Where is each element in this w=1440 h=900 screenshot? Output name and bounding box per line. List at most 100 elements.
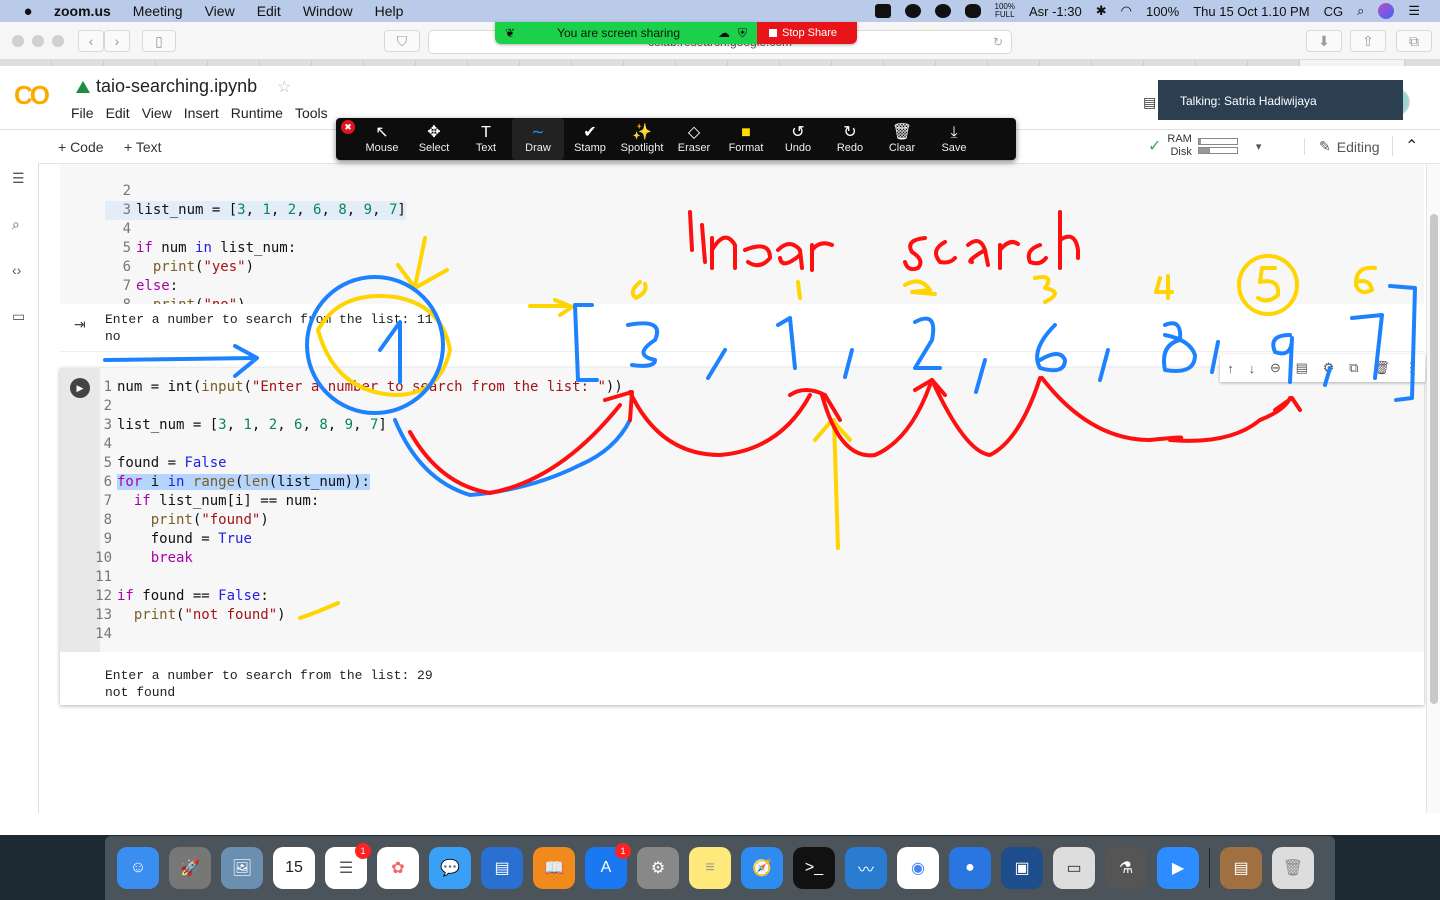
siri-icon[interactable] <box>1378 3 1395 19</box>
code-line[interactable]: 9 found = True <box>86 530 252 549</box>
move-down-icon[interactable]: ↓ <box>1249 361 1256 376</box>
dock-photos-icon[interactable]: ✿ <box>377 847 419 889</box>
bluetooth-icon[interactable]: ✱ <box>1096 3 1107 19</box>
minimize-window-button[interactable] <box>32 35 44 47</box>
dock-finder-icon[interactable]: ☺ <box>117 847 159 889</box>
dock-calendar-icon[interactable]: 15 <box>273 847 315 889</box>
table-of-contents-icon[interactable]: ☰ <box>12 170 25 187</box>
annotate-tool-mouse[interactable]: ↖ Mouse <box>356 118 408 160</box>
dock-launchpad-icon[interactable]: 🚀 <box>169 847 211 889</box>
dock-safari-icon[interactable]: 🧭 <box>741 847 783 889</box>
code-line[interactable]: 3 list_num = [3, 1, 2, 6, 8, 9, 7] <box>105 201 406 220</box>
dock-system-info-icon[interactable]: ⚗ <box>1105 847 1147 889</box>
dock-reminders-icon[interactable]: ☰ 1 <box>325 843 371 889</box>
runtime-dropdown-icon[interactable]: ▾ <box>1256 140 1262 153</box>
code-editor[interactable]: 1 num = int(input("Enter a number to sear… <box>95 368 1424 652</box>
code-line[interactable]: 8 print("found") <box>86 511 269 530</box>
back-button[interactable]: ‹ <box>78 30 104 52</box>
annotate-tool-spotlight[interactable]: ✨ Spotlight <box>616 118 668 160</box>
menu-help[interactable]: Help <box>375 3 404 19</box>
code-line[interactable]: 4 <box>105 220 136 239</box>
wifi-icon[interactable]: ◠ <box>1121 3 1132 19</box>
code-cell-2[interactable]: ▶ 1 num = int(input("Enter a number to se… <box>60 354 1425 705</box>
output-clear-icon[interactable]: ⇥ <box>74 316 86 333</box>
tabs-overview-button[interactable]: ⧉ <box>1396 30 1432 52</box>
code-line[interactable]: 10 break <box>86 549 193 568</box>
code-line[interactable]: 6 for i in range(len(list_num)): <box>86 473 370 492</box>
dock-chrome-icon[interactable]: ◉ <box>897 847 939 889</box>
dock-messages-icon[interactable]: 💬 <box>429 847 471 889</box>
close-annotation-button[interactable]: ✖ <box>341 120 355 134</box>
editing-mode[interactable]: ✎ Editing <box>1304 138 1380 155</box>
more-icon[interactable]: ⋮ <box>1405 360 1418 376</box>
code-line[interactable]: 7 else: <box>105 277 179 296</box>
cloud-upload-icon[interactable] <box>934 4 951 18</box>
battery-percent[interactable]: 100% <box>1146 4 1179 19</box>
menu-tools[interactable]: Tools <box>295 105 328 121</box>
star-icon[interactable]: ☆ <box>277 77 291 97</box>
zoom-status-icon[interactable] <box>874 4 891 18</box>
menu-edit[interactable]: Edit <box>106 105 130 121</box>
dock-trash-icon[interactable]: 🗑 <box>1272 847 1314 889</box>
code-line[interactable]: 3 list_num = [3, 1, 2, 6, 8, 9, 7] <box>86 416 387 435</box>
code-line[interactable]: 4 <box>86 435 117 454</box>
code-line[interactable]: 5 found = False <box>86 454 227 473</box>
datetime[interactable]: Thu 15 Oct 1.10 PM <box>1193 4 1309 19</box>
files-folder-icon[interactable]: ▭ <box>12 308 25 325</box>
add-text-button[interactable]: + Text <box>124 139 162 155</box>
dock-documents-icon[interactable]: ▤ <box>1220 847 1262 889</box>
dock-signal-icon[interactable]: ● <box>949 847 991 889</box>
dock-preview-icon[interactable]: 🖼 <box>221 847 263 889</box>
code-line[interactable]: 14 <box>86 625 117 644</box>
battery-app-icon[interactable] <box>964 4 981 18</box>
code-line[interactable]: 7 if list_num[i] == num: <box>86 492 320 511</box>
colab-logo[interactable]: CO <box>14 80 50 111</box>
code-line[interactable]: 2 <box>86 397 117 416</box>
resources-indicator[interactable]: ✓ RAM Disk ▾ <box>1148 133 1261 159</box>
annotate-tool-eraser[interactable]: ◇ Eraser <box>668 118 720 160</box>
delete-icon[interactable]: 🗑 <box>1373 360 1390 376</box>
add-code-button[interactable]: + Code <box>58 139 104 155</box>
dock-keynote-icon[interactable]: ▤ <box>481 847 523 889</box>
annotate-tool-draw[interactable]: ∼ Draw <box>512 118 564 160</box>
dock-system-preferences-icon[interactable]: ⚙ <box>637 847 679 889</box>
menu-window[interactable]: Window <box>303 3 353 19</box>
annotate-tool-format[interactable]: ■ Format <box>720 118 772 160</box>
dock-bartender-icon[interactable]: 〰 <box>845 847 887 889</box>
notebook-title[interactable]: taio-searching.ipynb <box>96 76 257 97</box>
annotate-tool-select[interactable]: ✥ Select <box>408 118 460 160</box>
forward-button[interactable]: › <box>104 30 130 52</box>
search-icon[interactable]: ⌕ <box>12 216 20 233</box>
chat-status-icon[interactable] <box>904 4 921 18</box>
notebook-scrollbar[interactable] <box>1426 164 1440 813</box>
code-line[interactable]: 11 <box>86 568 117 587</box>
close-window-button[interactable] <box>12 35 24 47</box>
mirror-cell-icon[interactable]: ⧉ <box>1349 360 1358 376</box>
privacy-shield-button[interactable]: ⛉ <box>384 30 420 52</box>
menu-file[interactable]: File <box>71 105 94 121</box>
dock-notes-icon[interactable]: ≡ <box>689 847 731 889</box>
comment-icon[interactable]: ▤ <box>1296 360 1308 376</box>
menu-insert[interactable]: Insert <box>184 105 219 121</box>
annotate-tool-text[interactable]: T Text <box>460 118 512 160</box>
code-line[interactable]: 2 <box>105 182 136 201</box>
user-initials[interactable]: CG <box>1324 4 1344 19</box>
sidebar-toggle-button[interactable]: ▯ <box>142 30 176 52</box>
menu-edit[interactable]: Edit <box>257 3 281 19</box>
dock-terminal-icon[interactable]: >_ <box>793 847 835 889</box>
move-up-icon[interactable]: ↑ <box>1227 361 1234 376</box>
spotlight-search-icon[interactable]: ⌕ <box>1357 3 1364 19</box>
annotate-tool-save[interactable]: ⤓ Save <box>928 118 980 160</box>
sharing-status[interactable]: ❦ You are screen sharing ☁ ⛨ <box>495 22 757 44</box>
stop-share-button[interactable]: Stop Share <box>757 22 857 44</box>
notification-center-icon[interactable]: ☰ <box>1408 3 1420 19</box>
scrollbar-thumb[interactable] <box>1430 214 1438 704</box>
code-cell-1[interactable]: 2 3 list_num = [3, 1, 2, 6, 8, 9, 7] 4 5 if n… <box>60 164 1424 313</box>
menu-view[interactable]: View <box>142 105 172 121</box>
menu-runtime[interactable]: Runtime <box>231 105 283 121</box>
dock-books-icon[interactable]: 📖 <box>533 847 575 889</box>
link-icon[interactable]: ⊖ <box>1270 360 1281 376</box>
menu-view[interactable]: View <box>205 3 235 19</box>
menu-app-name[interactable]: zoom.us <box>54 3 111 19</box>
dock-virtualbox-icon[interactable]: ▣ <box>1001 847 1043 889</box>
